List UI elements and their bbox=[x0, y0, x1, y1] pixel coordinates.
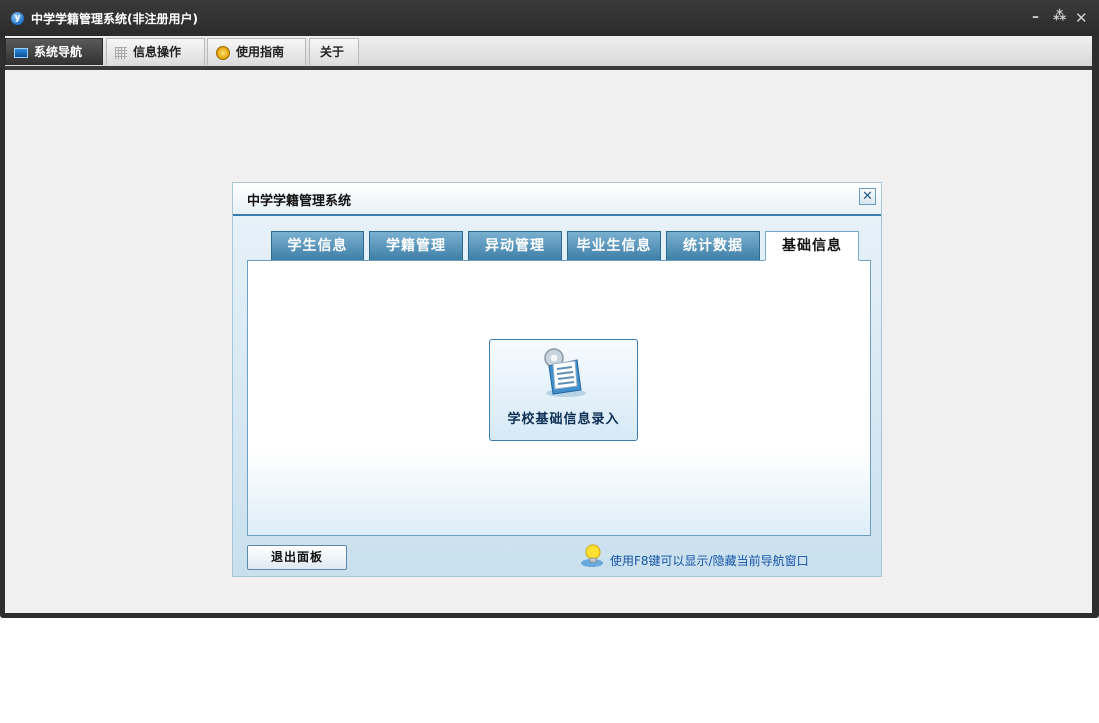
app-window: y 中学学籍管理系统(非注册用户) – ⁂ ✕ 系统导航 信息操作 使用指南 关… bbox=[0, 0, 1099, 618]
tab-statistics[interactable]: 统计数据 bbox=[666, 231, 760, 260]
tab-enrollment[interactable]: 学籍管理 bbox=[369, 231, 463, 260]
tab-panel-basic-info: 学校基础信息录入 bbox=[247, 260, 871, 536]
restore-icon[interactable]: ⁂ bbox=[1053, 9, 1066, 24]
guide-icon bbox=[216, 45, 230, 60]
exit-panel-button[interactable]: 退出面板 bbox=[247, 545, 347, 570]
menu-tab-label: 关于 bbox=[320, 45, 345, 59]
minimize-icon[interactable]: – bbox=[1032, 9, 1039, 25]
tab-graduate-info[interactable]: 毕业生信息 bbox=[567, 231, 661, 260]
tab-basic-info[interactable]: 基础信息 bbox=[765, 231, 859, 261]
dialog-title-bar: 中学学籍管理系统 ✕ bbox=[233, 183, 881, 216]
close-icon[interactable]: ✕ bbox=[1075, 9, 1088, 27]
menu-tab-system-nav[interactable]: 系统导航 bbox=[5, 38, 103, 65]
monitor-icon bbox=[14, 47, 28, 58]
dialog-close-icon[interactable]: ✕ bbox=[859, 188, 876, 205]
menu-tab-label: 信息操作 bbox=[133, 45, 182, 59]
menu-tab-about[interactable]: 关于 bbox=[309, 38, 359, 65]
f8-hint-text: 使用F8键可以显示/隐藏当前导航窗口 bbox=[610, 554, 809, 568]
nav-dialog: 中学学籍管理系统 ✕ 学生信息 学籍管理 异动管理 毕业生信息 统计数据 基础信… bbox=[232, 182, 882, 577]
dialog-title: 中学学籍管理系统 bbox=[247, 194, 352, 209]
lightbulb-icon bbox=[581, 544, 603, 567]
grid-icon bbox=[115, 46, 127, 59]
menu-tab-guide[interactable]: 使用指南 bbox=[207, 38, 306, 65]
window-title: 中学学籍管理系统(非注册用户) bbox=[31, 12, 198, 26]
menu-tab-info-ops[interactable]: 信息操作 bbox=[106, 38, 205, 65]
menu-bar: 系统导航 信息操作 使用指南 关于 bbox=[5, 36, 1092, 66]
menu-tab-label: 系统导航 bbox=[34, 45, 83, 59]
menu-tab-label: 使用指南 bbox=[236, 45, 285, 59]
tile-label: 学校基础信息录入 bbox=[507, 412, 620, 427]
title-bar: y 中学学籍管理系统(非注册用户) – ⁂ ✕ bbox=[0, 0, 1099, 36]
tab-student-info[interactable]: 学生信息 bbox=[271, 231, 364, 260]
tab-change-management[interactable]: 异动管理 bbox=[468, 231, 562, 260]
school-basic-info-entry-button[interactable]: 学校基础信息录入 bbox=[489, 339, 638, 441]
app-logo-icon: y bbox=[11, 12, 24, 25]
document-settings-icon bbox=[544, 348, 586, 397]
